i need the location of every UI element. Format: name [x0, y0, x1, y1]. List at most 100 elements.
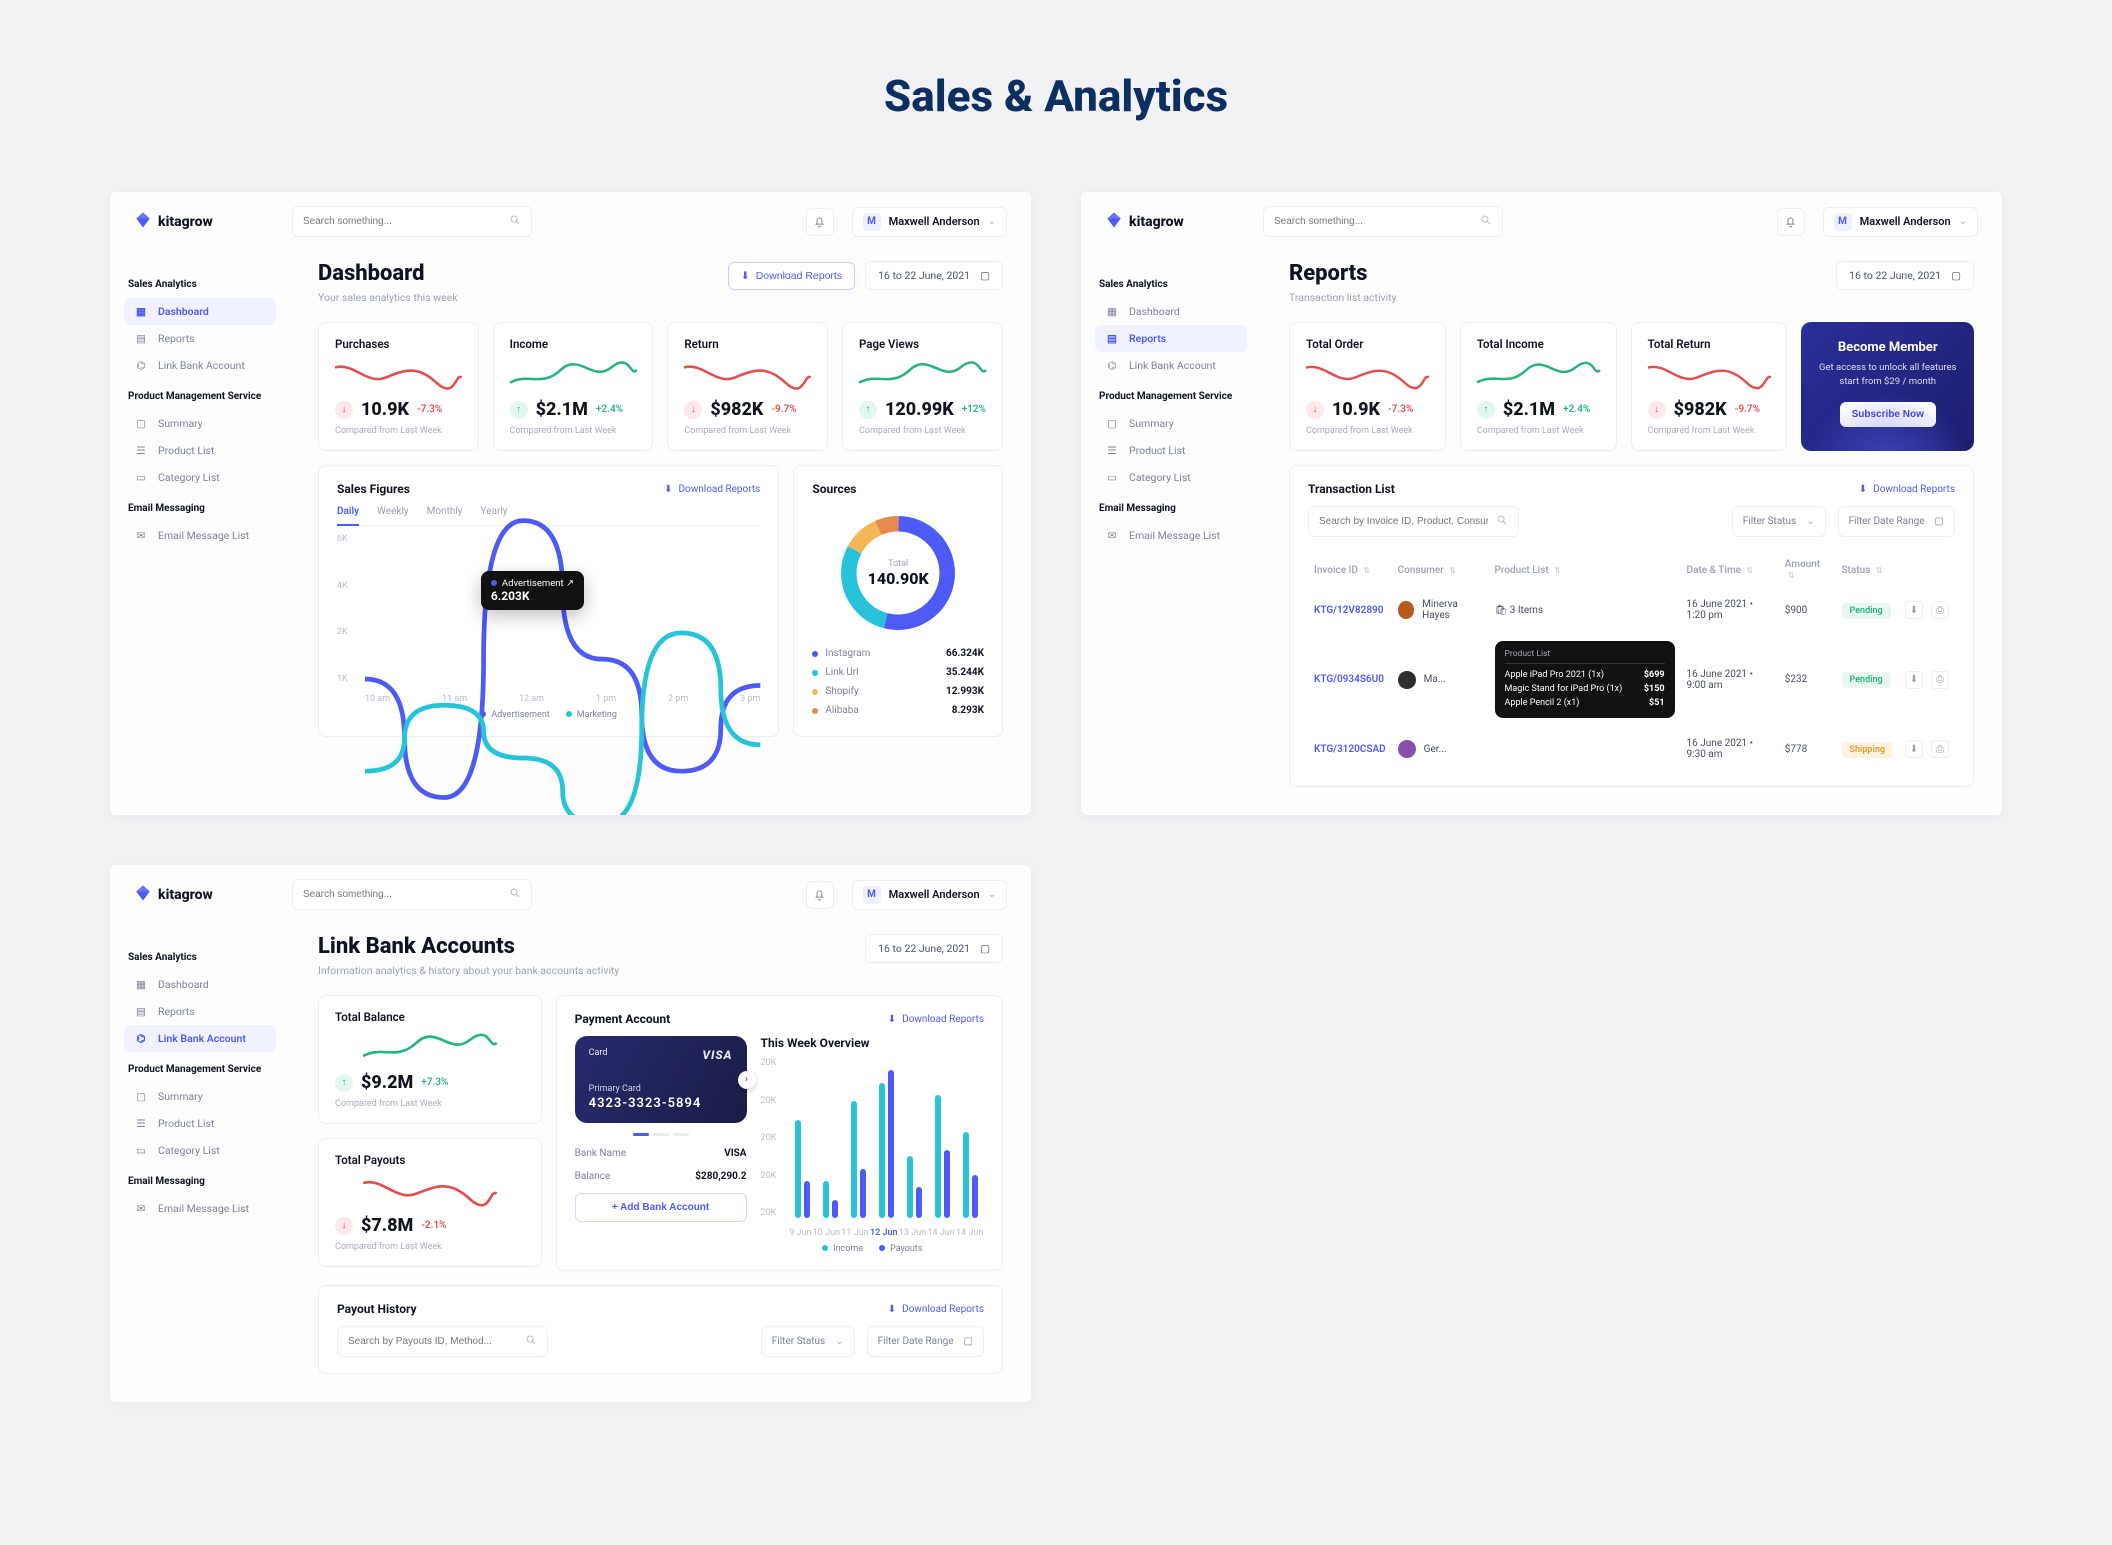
date-range[interactable]: 16 to 22 June, 2021 ▢ [865, 261, 1003, 290]
sidebar-item-dashboard[interactable]: ▦Dashboard [124, 971, 276, 998]
sidebar-item-linkbank[interactable]: ⌬Link Bank Account [1095, 352, 1247, 379]
download-link[interactable]: ⬇Download Reports [888, 1014, 984, 1025]
trend-arrow-icon: ↑ [1477, 401, 1495, 419]
download-row-icon[interactable]: ⬇ [1905, 740, 1923, 758]
source-row: Alibaba8.293K [812, 701, 984, 720]
sidebar-item-summary[interactable]: ▢Summary [1095, 410, 1247, 437]
download-link[interactable]: ⬇Download Reports [1859, 484, 1955, 495]
add-bank-button[interactable]: + Add Bank Account [575, 1193, 747, 1222]
sidebar-item-emaillist[interactable]: ✉Email Message List [124, 1195, 276, 1222]
stat-title: Total Income [1477, 337, 1600, 351]
sidebar-item-linkbank[interactable]: ⌬Link Bank Account [124, 352, 276, 379]
invoice-id[interactable]: KTG/0934S6U0 [1314, 674, 1384, 685]
table-header[interactable]: Product List ⇅ [1489, 551, 1681, 589]
tab-monthly[interactable]: Monthly [427, 506, 463, 517]
download-link[interactable]: ⬇Download Reports [664, 484, 760, 495]
table-row[interactable]: KTG/3120CSAD Ger... 16 June 2021 • 9:30 … [1308, 728, 1955, 770]
tab-daily[interactable]: Daily [337, 506, 359, 526]
sidebar-item-summary[interactable]: ▢Summary [124, 1083, 276, 1110]
stat-compare: Compared from Last Week [335, 1242, 525, 1252]
stat-value: $982K [710, 399, 763, 420]
sidebar-item-categorylist[interactable]: ▭Category List [124, 1137, 276, 1164]
sources-title: Sources [812, 482, 984, 496]
filter-status[interactable]: Filter Status⌄ [761, 1326, 855, 1357]
sales-figures-chart: 6K4K2K1K 10 am11 am12 am1 pm2 pm3 pm Adv… [337, 534, 760, 704]
sidebar-item-reports[interactable]: ▤Reports [124, 998, 276, 1025]
invoice-id[interactable]: KTG/12V82890 [1314, 605, 1383, 616]
date-range[interactable]: 16 to 22 June, 2021▢ [865, 934, 1003, 963]
print-icon[interactable]: ⎙ [1931, 740, 1949, 758]
transaction-table: Invoice ID ⇅Consumer ⇅Product List ⇅Date… [1308, 551, 1955, 770]
sparkline [335, 359, 462, 391]
sidebar-item-summary[interactable]: ▢Summary [124, 410, 276, 437]
table-header[interactable]: Invoice ID ⇅ [1308, 551, 1392, 589]
sparkline [1648, 359, 1771, 391]
filter-status[interactable]: Filter Status⌄ [1732, 506, 1826, 537]
sidebar-item-reports[interactable]: ▤Reports [124, 325, 276, 352]
search-icon [509, 214, 521, 229]
sidebar-item-categorylist[interactable]: ▭Category List [1095, 464, 1247, 491]
link-icon: ⌬ [134, 359, 148, 372]
filter-date[interactable]: Filter Date Range▢ [867, 1326, 984, 1357]
notifications-button[interactable] [806, 208, 834, 236]
sidebar-item-productlist[interactable]: ☰Product List [124, 1110, 276, 1137]
sidebar-item-dashboard[interactable]: ▦Dashboard [1095, 298, 1247, 325]
download-row-icon[interactable]: ⬇ [1905, 601, 1923, 619]
tab-weekly[interactable]: Weekly [377, 506, 409, 517]
transaction-title: Transaction List [1308, 482, 1395, 496]
sidebar-item-reports[interactable]: ▤Reports [1095, 325, 1247, 352]
table-header[interactable]: Amount ⇅ [1779, 551, 1836, 589]
user-menu[interactable]: M Maxwell Anderson ⌄ [1823, 207, 1978, 237]
stat-delta: -2.1% [421, 1220, 446, 1231]
section-title: Dashboard [318, 261, 458, 286]
search-icon [525, 1334, 537, 1349]
search-input-wrap[interactable] [292, 206, 532, 237]
print-icon[interactable]: ⎙ [1931, 601, 1949, 619]
table-row[interactable]: KTG/0934S6U0 Ma... Product List Apple iP… [1308, 631, 1955, 728]
next-card-button[interactable]: › [738, 1071, 756, 1089]
stats-row: Purchases ↓ 10.9K -7.3% Compared from La… [318, 322, 1003, 451]
grid-icon: ▦ [134, 305, 148, 318]
download-reports-button[interactable]: ⬇ Download Reports [728, 262, 855, 290]
consumer-name: Ma... [1424, 674, 1446, 685]
search-input[interactable] [303, 889, 501, 900]
sidebar-item-categorylist[interactable]: ▭Category List [124, 464, 276, 491]
table-header[interactable]: Consumer ⇅ [1392, 551, 1489, 589]
tab-yearly[interactable]: Yearly [481, 506, 508, 517]
print-icon[interactable]: ⎙ [1931, 671, 1949, 689]
date-range[interactable]: 16 to 22 June, 2021 ▢ [1836, 261, 1974, 290]
mail-icon: ✉ [134, 1202, 148, 1215]
sidebar-item-emaillist[interactable]: ✉Email Message List [1095, 522, 1247, 549]
payout-search[interactable] [337, 1326, 548, 1357]
nav-group-product: Product Management Service [128, 391, 272, 402]
sidebar-item-productlist[interactable]: ☰Product List [124, 437, 276, 464]
sidebar-item-dashboard[interactable]: ▦Dashboard [124, 298, 276, 325]
filter-date[interactable]: Filter Date Range▢ [1838, 506, 1955, 537]
notifications-button[interactable] [1777, 208, 1805, 236]
invoice-id[interactable]: KTG/3120CSAD [1314, 744, 1386, 755]
user-menu[interactable]: M Maxwell Anderson ⌄ [852, 880, 1007, 910]
consumer-name: Minerva Hayes [1422, 599, 1482, 621]
sidebar-item-emaillist[interactable]: ✉Email Message List [124, 522, 276, 549]
stat-delta: -7.3% [1388, 404, 1413, 415]
download-row-icon[interactable]: ⬇ [1905, 671, 1923, 689]
table-header[interactable]: Status ⇅ [1836, 551, 1899, 589]
search-input-wrap[interactable] [292, 879, 532, 910]
notifications-button[interactable] [806, 881, 834, 909]
search-input[interactable] [303, 216, 501, 227]
sidebar-item-productlist[interactable]: ☰Product List [1095, 437, 1247, 464]
sidebar-item-linkbank[interactable]: ⌬Link Bank Account [124, 1025, 276, 1052]
txn-search[interactable] [1308, 506, 1519, 537]
search-input-wrap[interactable] [1263, 206, 1503, 237]
user-menu[interactable]: M Maxwell Anderson ⌄ [852, 207, 1007, 237]
logo: kitagrow [134, 884, 274, 906]
table-row[interactable]: KTG/12V82890 Minerva Hayes 🛍 3 Items 16 … [1308, 589, 1955, 631]
txn-search-input[interactable] [1319, 516, 1488, 527]
payout-search-input[interactable] [348, 1336, 517, 1347]
search-input[interactable] [1274, 216, 1472, 227]
download-link[interactable]: ⬇Download Reports [888, 1304, 984, 1315]
link-icon: ⌬ [134, 1032, 148, 1045]
table-header[interactable]: Date & Time ⇅ [1681, 551, 1779, 589]
stat-delta: +7.3% [421, 1077, 448, 1088]
list-icon: ☰ [1105, 444, 1119, 457]
